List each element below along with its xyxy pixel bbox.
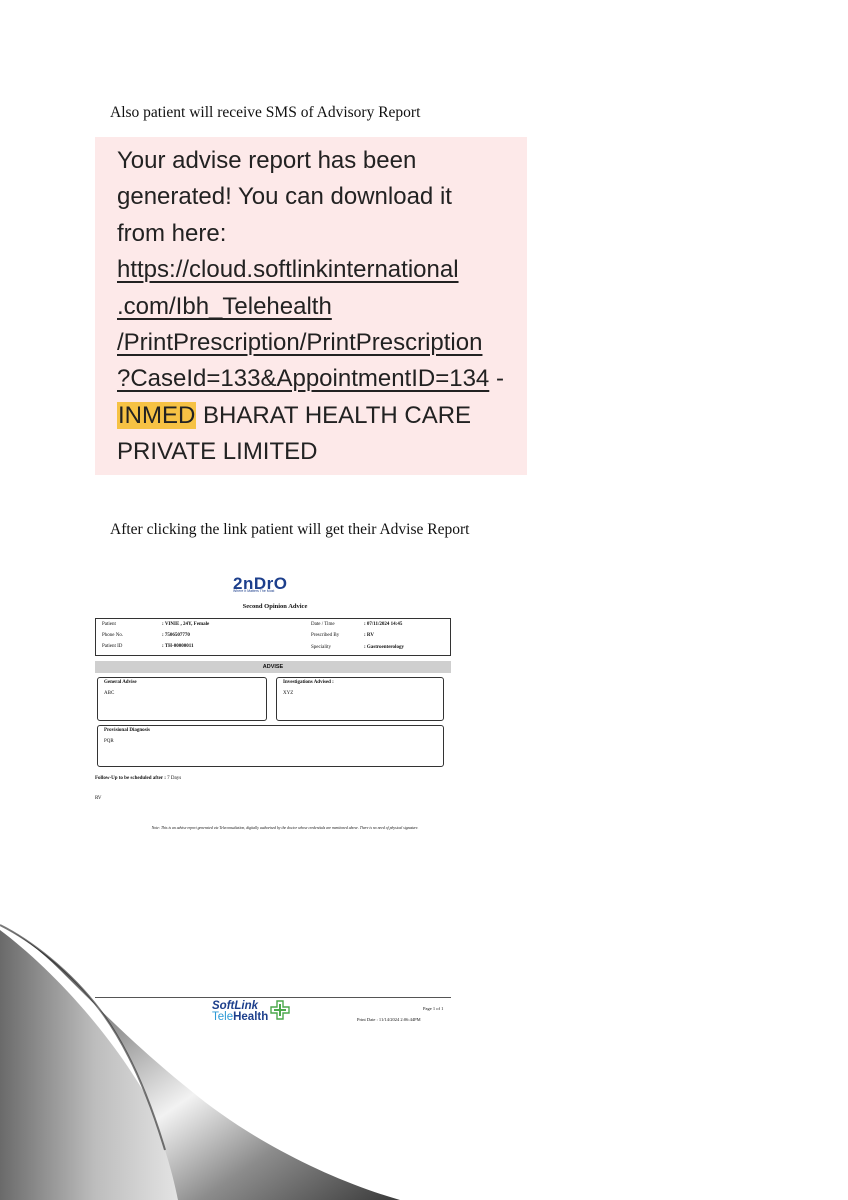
- advise-header: ADVISE: [95, 661, 451, 673]
- report-note: Note: This is an advise report generated…: [151, 826, 419, 830]
- phone-label: Phone No.: [102, 633, 124, 638]
- sms-company-2: PRIVATE LIMITED: [117, 438, 318, 466]
- followup-line: Follow-Up to be scheduled after : 7 Days: [95, 776, 181, 781]
- report-intro-caption: After clicking the link patient will get…: [110, 521, 470, 538]
- sms-link-part-3[interactable]: /PrintPrescription/PrintPrescription: [117, 329, 482, 356]
- sms-intro-caption: Also patient will receive SMS of Advisor…: [110, 104, 421, 121]
- sms-dash: -: [489, 365, 504, 393]
- diagnosis-box: Provisional Diagnosis PQR: [97, 725, 444, 767]
- page-curl-decoration: [0, 924, 400, 1200]
- date-value: : 07/11/2024 14:45: [364, 622, 403, 627]
- patient-info-box: Patient : VINIE , 24Y, Female Phone No. …: [95, 618, 451, 656]
- patient-id-value: : TH-00000011: [162, 644, 194, 649]
- sms-line-2: generated! You can download it: [117, 183, 452, 211]
- prescribed-value: : RV: [364, 633, 374, 638]
- sms-company-1: BHARAT HEALTH CARE: [196, 401, 472, 429]
- speciality-value: : Gastroenterology: [364, 645, 404, 650]
- diagnosis-title: Provisional Diagnosis: [104, 728, 150, 733]
- investigations-value: XYZ: [283, 691, 294, 696]
- patient-id-label: Patient ID: [102, 644, 123, 649]
- followup-label: Follow-Up to be scheduled after :: [95, 776, 166, 781]
- sms-line-3: from here:: [117, 219, 227, 247]
- followup-value: 7 Days: [167, 776, 182, 781]
- diagnosis-value: PQR: [104, 739, 114, 744]
- report-logo-tagline: Where It Matters The Most: [233, 589, 275, 593]
- date-label: Date / Time: [311, 622, 335, 627]
- investigations-box: Investigations Advised : XYZ: [276, 677, 444, 721]
- general-advise-value: ABC: [104, 691, 115, 696]
- report-title: Second Opinion Advice: [242, 603, 308, 610]
- sms-link-part-2[interactable]: .com/Ibh_Telehealth: [117, 293, 332, 320]
- speciality-label: Speciality: [311, 645, 331, 650]
- page-number: Page 1 of 1: [423, 1006, 444, 1011]
- sms-highlight: INMED: [117, 401, 197, 429]
- general-advise-title: General Advise: [104, 680, 137, 685]
- general-advise-box: General Advise ABC: [97, 677, 267, 721]
- patient-label: Patient: [102, 622, 116, 627]
- phone-value: : 7506507770: [162, 633, 190, 638]
- prescribed-label: Prescribed By: [311, 633, 340, 638]
- sms-message-screenshot: Your advise report has been generated! Y…: [95, 137, 527, 475]
- sms-line-1: Your advise report has been: [117, 147, 417, 174]
- doctor-initials: RV: [95, 796, 102, 801]
- sms-link-part-4[interactable]: ?CaseId=133&AppointmentID=134: [117, 365, 489, 392]
- investigations-title: Investigations Advised :: [283, 680, 334, 685]
- patient-value: : VINIE , 24Y, Female: [162, 622, 210, 627]
- sms-link-part-1[interactable]: https://cloud.softlinkinternational: [117, 256, 459, 283]
